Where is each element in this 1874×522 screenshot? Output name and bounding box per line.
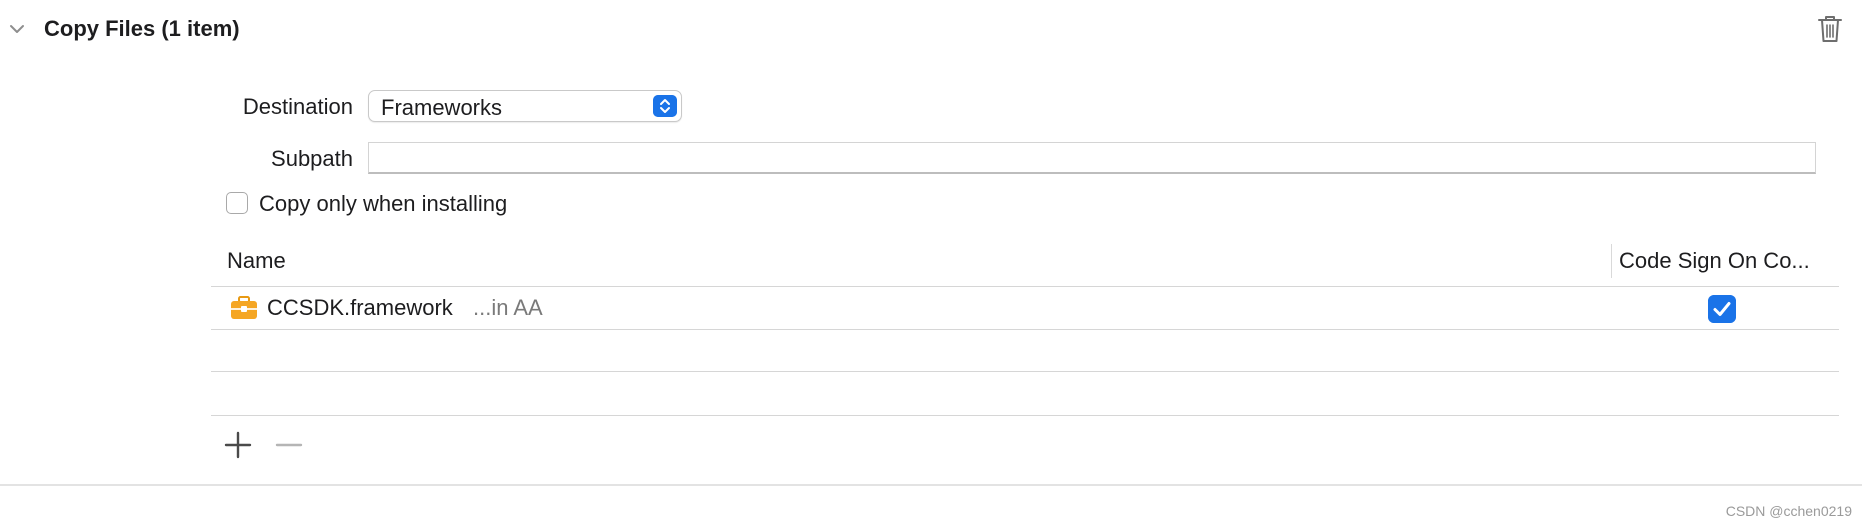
framework-toolbox-icon [231, 296, 257, 319]
row-separator [211, 415, 1839, 416]
column-header-code-sign[interactable]: Code Sign On Co... [1619, 248, 1829, 274]
table-row[interactable]: CCSDK.framework ...in AA [211, 287, 1839, 329]
trash-icon[interactable] [1816, 14, 1844, 44]
row-separator [211, 329, 1839, 330]
build-phases-panel: Copy Files (1 item) Destination Framewor… [0, 0, 1874, 522]
file-name: CCSDK.framework [267, 295, 453, 320]
copy-files-phase-header[interactable]: Copy Files (1 item) [0, 0, 1874, 60]
watermark: CSDN @cchen0219 [1725, 503, 1852, 519]
section-divider [0, 484, 1862, 486]
destination-value: Frameworks [381, 95, 503, 120]
phase-title: Copy Files (1 item) [44, 16, 240, 41]
copy-only-checkbox[interactable] [226, 192, 248, 214]
updown-chevron-icon [653, 95, 677, 117]
chevron-down-icon[interactable] [6, 18, 28, 40]
code-sign-checkbox[interactable] [1708, 295, 1736, 323]
column-header-name[interactable]: Name [227, 248, 286, 274]
destination-popup[interactable]: Frameworks [368, 90, 682, 122]
minus-icon[interactable] [274, 430, 304, 460]
destination-label: Destination [242, 94, 353, 119]
file-location: ...in AA [473, 295, 543, 320]
files-table: Name Code Sign On Co... CCSDK.framework … [211, 240, 1839, 480]
subpath-input[interactable] [368, 142, 1816, 174]
plus-icon[interactable] [223, 430, 253, 460]
subpath-label: Subpath [271, 146, 353, 171]
row-separator [211, 371, 1839, 372]
column-divider[interactable] [1611, 244, 1612, 278]
copy-only-label: Copy only when installing [259, 191, 508, 216]
